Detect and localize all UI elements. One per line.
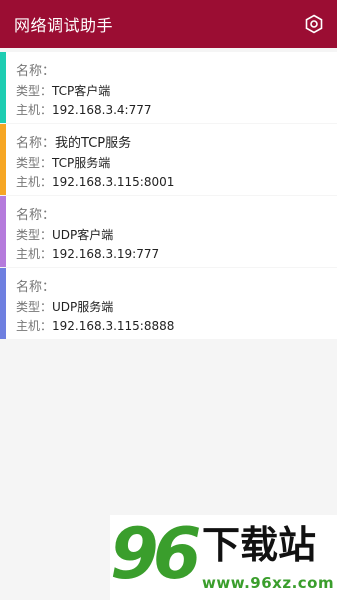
host-label: 主机： bbox=[16, 103, 53, 117]
color-bar bbox=[0, 52, 6, 123]
watermark-text: 下载站 bbox=[202, 523, 317, 567]
watermark-number: 96 bbox=[110, 513, 201, 595]
connection-item[interactable]: 名称： 类型：TCP客户端 主机：192.168.3.4:777 bbox=[0, 52, 337, 123]
type-label: 类型： bbox=[16, 84, 53, 98]
name-label: 名称： bbox=[16, 136, 56, 151]
connection-item[interactable]: 名称： 类型：UDP客户端 主机：192.168.3.19:777 bbox=[0, 196, 337, 267]
connection-name: 我的TCP服务 bbox=[55, 136, 132, 151]
app-bar: 网络调试助手 bbox=[0, 0, 337, 48]
watermark-url: www.96xz.com bbox=[202, 574, 335, 592]
connection-type: UDP客户端 bbox=[52, 228, 114, 242]
site-watermark: 96 下载站 www.96xz.com bbox=[110, 515, 337, 600]
name-label: 名称： bbox=[16, 280, 56, 295]
type-label: 类型： bbox=[16, 156, 53, 170]
connection-host: 192.168.3.115:8001 bbox=[52, 175, 175, 189]
color-bar bbox=[0, 196, 6, 267]
connection-list: 名称： 类型：TCP客户端 主机：192.168.3.4:777 名称：我的TC… bbox=[0, 52, 337, 340]
type-label: 类型： bbox=[16, 228, 53, 242]
settings-hexagon-icon[interactable] bbox=[303, 13, 325, 35]
connection-host: 192.168.3.4:777 bbox=[52, 103, 152, 117]
connection-host: 192.168.3.115:8888 bbox=[52, 319, 175, 333]
connection-host: 192.168.3.19:777 bbox=[52, 247, 160, 261]
type-label: 类型： bbox=[16, 300, 53, 314]
color-bar bbox=[0, 124, 6, 195]
host-label: 主机： bbox=[16, 247, 53, 261]
connection-item[interactable]: 名称：我的TCP服务 类型：TCP服务端 主机：192.168.3.115:80… bbox=[0, 124, 337, 195]
connection-type: TCP服务端 bbox=[52, 156, 111, 170]
connection-type: UDP服务端 bbox=[52, 300, 114, 314]
connection-type: TCP客户端 bbox=[52, 84, 111, 98]
app-title: 网络调试助手 bbox=[14, 16, 114, 35]
color-bar bbox=[0, 268, 6, 339]
name-label: 名称： bbox=[16, 208, 56, 223]
host-label: 主机： bbox=[16, 175, 53, 189]
name-label: 名称： bbox=[16, 64, 56, 79]
host-label: 主机： bbox=[16, 319, 53, 333]
connection-item[interactable]: 名称： 类型：UDP服务端 主机：192.168.3.115:8888 bbox=[0, 268, 337, 339]
